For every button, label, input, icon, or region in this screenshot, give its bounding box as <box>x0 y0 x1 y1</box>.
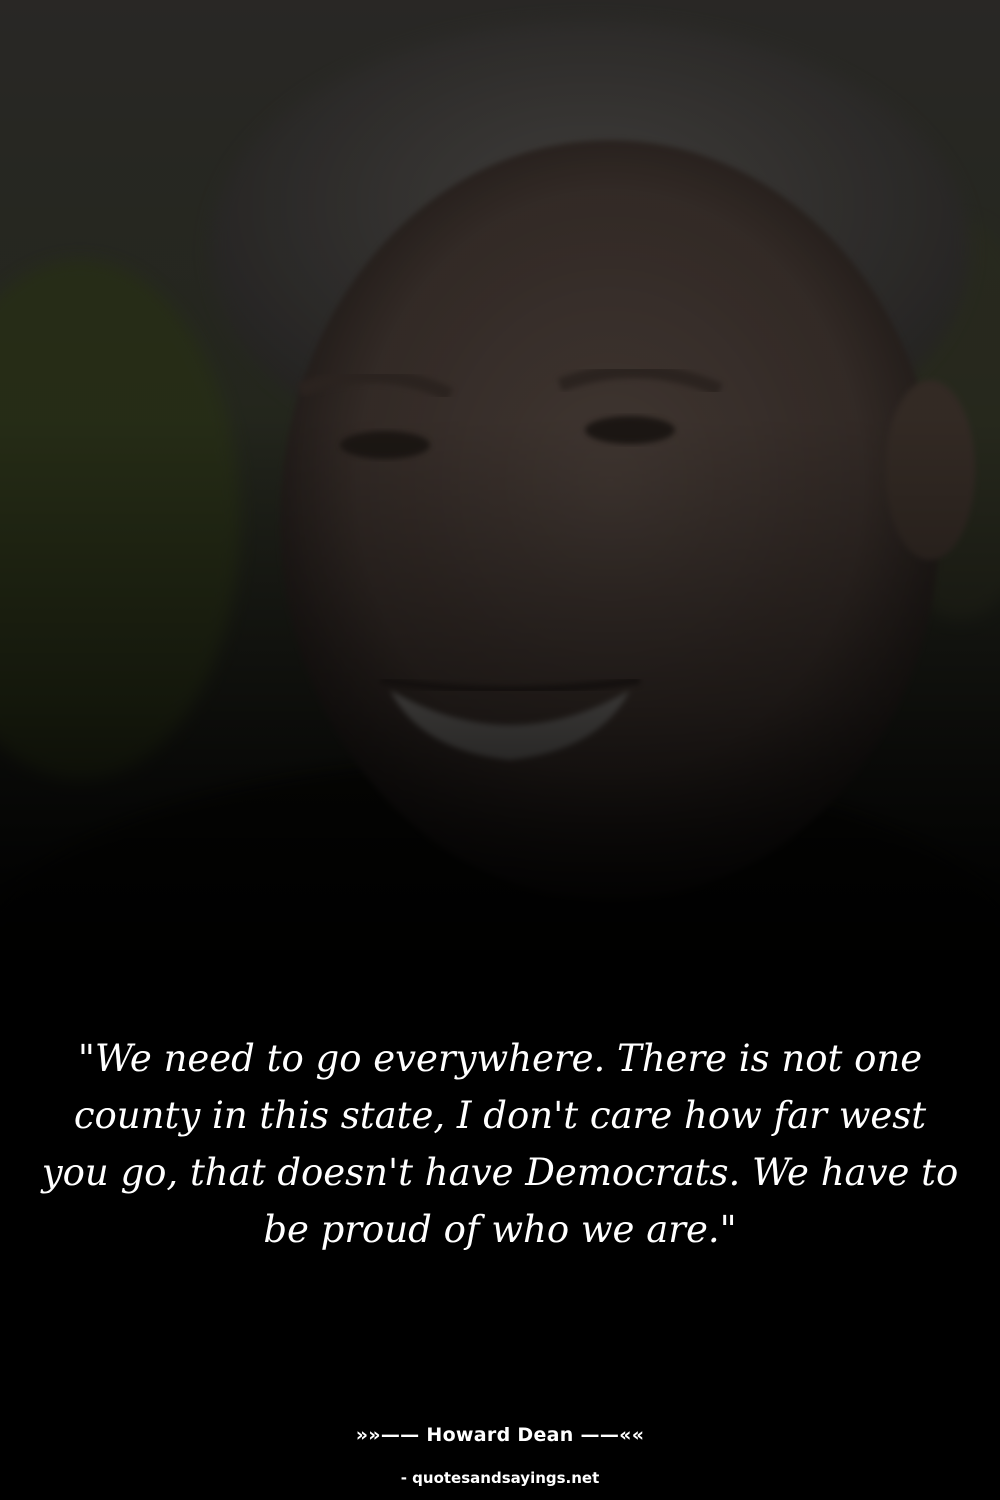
author-line: »»—— Howard Dean ——«« <box>355 1424 645 1446</box>
quote-text: "We need to go everywhere. There is not … <box>41 1037 959 1251</box>
dark-gradient-overlay <box>0 0 1000 1500</box>
quote-poster: "We need to go everywhere. There is not … <box>0 0 1000 1500</box>
source-watermark: - quotesandsayings.net <box>400 1469 600 1487</box>
